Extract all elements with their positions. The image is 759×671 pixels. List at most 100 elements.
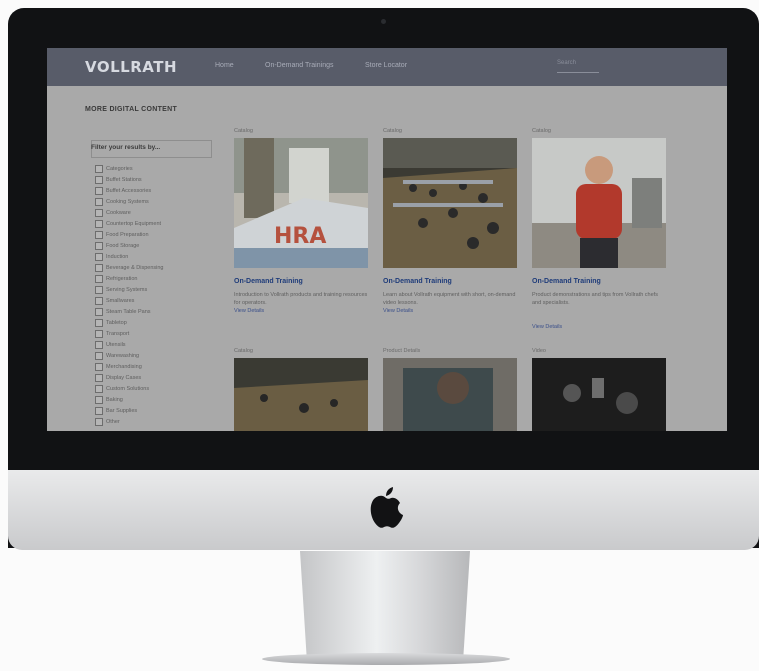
filter-checkbox-item[interactable]: Categories xyxy=(95,164,133,173)
card-title[interactable]: On-Demand Training xyxy=(532,278,601,285)
checkbox[interactable] xyxy=(95,406,103,415)
nav-link-home[interactable]: Home xyxy=(215,62,234,69)
checkbox[interactable] xyxy=(95,219,103,228)
checkbox[interactable] xyxy=(95,351,103,360)
filter-checkbox-item[interactable]: Smallwares xyxy=(95,296,134,305)
filter-checkbox-item[interactable]: Buffet Stations xyxy=(95,175,142,184)
card-description: Introduction to Vollrath products and tr… xyxy=(234,292,368,306)
filter-checkbox-item[interactable]: Merchandising xyxy=(95,362,142,371)
checkbox[interactable] xyxy=(95,208,103,217)
card-title[interactable]: On-Demand Training xyxy=(383,278,452,285)
checkbox[interactable] xyxy=(95,384,103,393)
filter-checkbox-item[interactable]: Induction xyxy=(95,252,128,261)
checkbox[interactable] xyxy=(95,285,103,294)
card-link[interactable]: View Details xyxy=(532,324,562,330)
thumbnail-image[interactable]: HRA xyxy=(234,138,368,268)
checkbox[interactable] xyxy=(95,417,103,426)
screen: VOLLRATH Home On-Demand Trainings Store … xyxy=(47,48,727,431)
filter-label: Cooking Systems xyxy=(106,198,149,205)
checkbox[interactable] xyxy=(95,175,103,184)
filter-checkbox-item[interactable]: Refrigeration xyxy=(95,274,138,283)
search-input[interactable]: Search xyxy=(557,60,599,73)
filter-heading: Filter your results by... xyxy=(91,144,161,151)
card-category: Catalog xyxy=(234,128,253,134)
filter-checkbox-item[interactable]: Transport xyxy=(95,329,129,338)
checkbox[interactable] xyxy=(95,197,103,206)
checkbox[interactable] xyxy=(95,373,103,382)
checkbox[interactable] xyxy=(95,340,103,349)
filter-checkbox-item[interactable]: Custom Solutions xyxy=(95,384,149,393)
monitor-stand-base xyxy=(262,653,510,665)
filter-checkbox-item[interactable]: Baking xyxy=(95,395,123,404)
filter-checkbox-item[interactable]: Cooking Systems xyxy=(95,197,149,206)
checkbox[interactable] xyxy=(95,186,103,195)
filter-checkbox-item[interactable]: Utensils xyxy=(95,340,126,349)
site-navigation: VOLLRATH Home On-Demand Trainings Store … xyxy=(47,48,727,86)
card-description: Learn about Vollrath equipment with shor… xyxy=(383,292,516,306)
nav-link-trainings[interactable]: On-Demand Trainings xyxy=(265,62,333,69)
filter-label: Beverage & Dispensing xyxy=(106,264,164,271)
thumbnail-image[interactable] xyxy=(383,138,517,268)
checkbox[interactable] xyxy=(95,164,103,173)
checkbox[interactable] xyxy=(95,318,103,327)
filter-label: Warewashing xyxy=(106,352,140,359)
brand-logo[interactable]: VOLLRATH xyxy=(85,58,177,76)
filter-label: Refrigeration xyxy=(106,275,138,282)
filter-label: Food Preparation xyxy=(106,231,149,238)
filter-label: Merchandising xyxy=(106,363,142,370)
card-category: Catalog xyxy=(383,128,402,134)
checkbox[interactable] xyxy=(95,274,103,283)
thumbnail-image[interactable] xyxy=(532,358,666,431)
filter-checkbox-item[interactable]: Other xyxy=(95,417,120,426)
filter-label: Countertop Equipment xyxy=(106,220,162,227)
filter-checkbox-item[interactable]: Tabletop xyxy=(95,318,127,327)
nav-link-store-locator[interactable]: Store Locator xyxy=(365,62,407,69)
filter-label: Custom Solutions xyxy=(106,385,150,392)
checkbox[interactable] xyxy=(95,307,103,316)
filter-label: Serving Systems xyxy=(106,286,148,293)
filter-sidebar: Filter your results by... Categories Buff… xyxy=(85,132,212,431)
page-title: MORE DIGITAL CONTENT xyxy=(85,106,178,113)
filter-checkbox-item[interactable]: Food Preparation xyxy=(95,230,149,239)
card-link[interactable]: View Details xyxy=(234,308,264,314)
thumbnail-image[interactable] xyxy=(532,138,666,268)
filter-label: Categories xyxy=(106,165,133,172)
card-link[interactable]: View Details xyxy=(383,308,413,314)
checkbox[interactable] xyxy=(95,329,103,338)
thumbnail-image[interactable] xyxy=(383,358,517,431)
filter-checkbox-item[interactable]: Beverage & Dispensing xyxy=(95,263,163,272)
filter-label: Smallwares xyxy=(106,297,135,304)
checkbox[interactable] xyxy=(95,241,103,250)
thumbnail-image[interactable] xyxy=(234,358,368,431)
filter-checkbox-item[interactable]: Warewashing xyxy=(95,351,139,360)
filter-label: Other xyxy=(106,418,120,425)
card-title[interactable]: On-Demand Training xyxy=(234,278,303,285)
checkbox[interactable] xyxy=(95,395,103,404)
card-category: Catalog xyxy=(532,128,551,134)
checkbox[interactable] xyxy=(95,252,103,261)
filter-checkbox-item[interactable]: Cookware xyxy=(95,208,131,217)
filter-checkbox-item[interactable]: Countertop Equipment xyxy=(95,219,161,228)
filter-label: Transport xyxy=(106,330,130,337)
filter-checkbox-item[interactable]: Serving Systems xyxy=(95,285,147,294)
filter-checkbox-item[interactable]: Bar Supplies xyxy=(95,406,137,415)
filter-checkbox-item[interactable]: Buffet Accessories xyxy=(95,186,151,195)
card-description: Product demonstrations and tips from Vol… xyxy=(532,292,658,306)
card-category: Catalog xyxy=(234,348,253,354)
checkbox[interactable] xyxy=(95,362,103,371)
checkbox[interactable] xyxy=(95,230,103,239)
filter-label: Baking xyxy=(106,396,123,403)
svg-text:HRA: HRA xyxy=(274,224,326,249)
checkbox[interactable] xyxy=(95,296,103,305)
card-category: Video xyxy=(532,348,546,354)
camera-icon xyxy=(381,19,386,24)
filter-label: Utensils xyxy=(106,341,126,348)
filter-label: Food Storage xyxy=(106,242,140,249)
monitor-stand xyxy=(300,551,470,659)
filter-checkbox-item[interactable]: Food Storage xyxy=(95,241,139,250)
filter-label: Buffet Stations xyxy=(106,176,142,183)
filter-label: Buffet Accessories xyxy=(106,187,152,194)
filter-checkbox-item[interactable]: Steam Table Pans xyxy=(95,307,151,316)
checkbox[interactable] xyxy=(95,263,103,272)
filter-checkbox-item[interactable]: Display Cases xyxy=(95,373,141,382)
